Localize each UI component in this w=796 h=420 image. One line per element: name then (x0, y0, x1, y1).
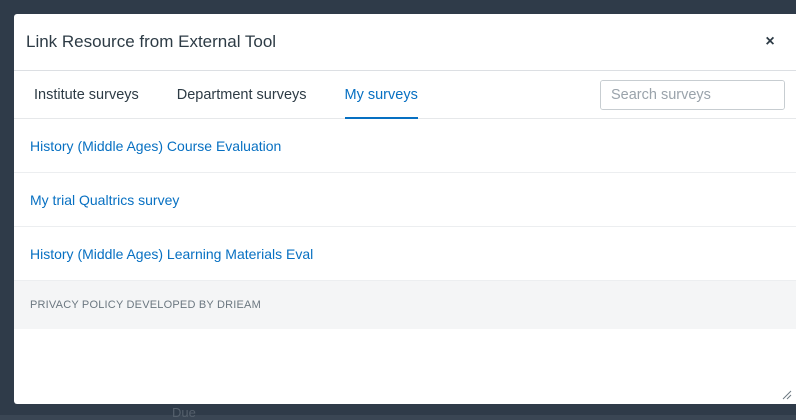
survey-link[interactable]: History (Middle Ages) Course Evaluation (30, 138, 281, 154)
list-item: My trial Qualtrics survey (14, 173, 796, 227)
resize-handle-icon[interactable] (780, 388, 792, 400)
link-resource-dialog: Link Resource from External Tool × Insti… (14, 14, 796, 404)
dialog-title: Link Resource from External Tool (26, 32, 277, 51)
survey-list: History (Middle Ages) Course Evaluation … (14, 119, 796, 281)
list-item: History (Middle Ages) Learning Materials… (14, 227, 796, 281)
tab-institute-surveys[interactable]: Institute surveys (34, 71, 139, 118)
search-input[interactable] (601, 81, 784, 109)
search-box (600, 80, 785, 110)
list-item: History (Middle Ages) Course Evaluation (14, 119, 796, 173)
background-text: Due (172, 405, 196, 420)
close-icon: × (765, 33, 775, 50)
survey-link[interactable]: My trial Qualtrics survey (30, 192, 179, 208)
dialog-header: Link Resource from External Tool × (14, 14, 796, 71)
tab-my-surveys[interactable]: My surveys (344, 71, 419, 119)
survey-tabs: Institute surveys Department surveys My … (14, 71, 796, 119)
survey-link[interactable]: History (Middle Ages) Learning Materials… (30, 246, 313, 262)
tab-department-surveys[interactable]: Department surveys (177, 71, 307, 118)
close-button[interactable]: × (760, 32, 780, 52)
privacy-footer: PRIVACY POLICY DEVELOPED BY DRIEAM (14, 281, 796, 329)
